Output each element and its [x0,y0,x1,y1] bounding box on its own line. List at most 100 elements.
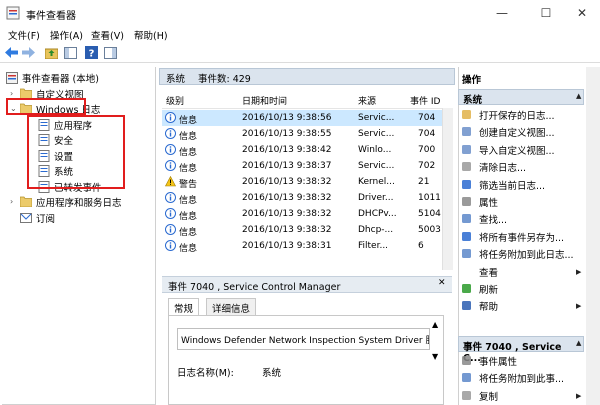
event-datetime: 2016/10/13 9:38:32 [242,193,332,203]
action-item[interactable]: 复制 [461,388,498,404]
minimize-button[interactable]: — [482,0,522,26]
event-description[interactable]: Windows Defender Network Inspection Syst… [177,328,430,350]
action-item[interactable]: 筛选当前日志... [461,177,545,193]
event-id: 704 [418,113,436,123]
help-icon[interactable]: ? [84,45,99,60]
submenu-arrow-icon[interactable]: ▶ [576,302,581,310]
action-item[interactable]: 将任务附加到此事... [461,370,564,386]
action-label: 属性 [479,198,499,209]
properties-pane-icon[interactable] [103,45,118,60]
event-detail-title: 事件 7040 , Service Control Manager [168,282,341,293]
event-datetime: 2016/10/13 9:38:42 [242,145,332,155]
menu-view[interactable]: 查看(V) [91,28,124,42]
event-row[interactable]: 信息 2016/10/13 9:38:37 Servic... 702 [162,158,452,174]
forward-arrow-icon[interactable] [21,45,36,60]
back-arrow-icon[interactable] [4,45,19,60]
event-id: 5003 [418,225,441,235]
event-row[interactable]: 信息 2016/10/13 9:38:31 Filter... 6 [162,238,452,254]
actions-title: 操作 [462,75,482,86]
column-event-id[interactable]: 事件 ID [410,94,440,107]
action-item[interactable]: 查找... [461,211,507,227]
event-id: 700 [418,145,436,155]
info-icon [165,208,176,222]
show-hide-tree-icon[interactable] [63,45,78,60]
maximize-button[interactable]: ☐ [526,0,566,26]
event-source: Servic... [358,161,395,171]
column-source[interactable]: 来源 [358,94,376,107]
clear-icon [461,161,473,173]
submenu-arrow-icon[interactable]: ▶ [576,392,581,400]
info-icon [165,224,176,238]
event-id: 702 [418,161,436,171]
scroll-down-icon[interactable]: ▼ [432,352,438,361]
action-item[interactable]: 刷新 [461,281,498,297]
event-datetime: 2016/10/13 9:38:32 [242,225,332,235]
event-source: Driver... [358,193,394,203]
tab-details[interactable]: 详细信息 [206,298,257,315]
action-item[interactable]: 打开保存的日志... [461,107,555,123]
actions-section-event[interactable]: 事件 7040 , Service C... [458,336,584,364]
action-label: 查看 [479,267,499,279]
up-folder-icon[interactable] [44,45,59,60]
event-level: 信息 [179,212,198,222]
event-list-scrollbar[interactable] [442,108,453,270]
log-name-value: 系统 [262,368,282,379]
refresh-icon [461,283,473,295]
event-row[interactable]: 信息 2016/10/13 9:38:55 Servic... 704 [162,126,452,142]
tree-app-services[interactable]: › 应用程序和服务日志 [10,194,122,209]
collapse-up-icon[interactable]: ▲ [576,339,581,347]
tree-root[interactable]: 事件查看器 (本地) [6,70,99,85]
action-item[interactable]: 查看 [461,264,498,280]
attach-task-icon [461,372,473,384]
find-icon [461,213,473,225]
event-source: Dhcp-... [358,225,394,235]
event-row[interactable]: 信息 2016/10/13 9:38:32 DHCPv... 5104 [162,206,452,222]
scroll-up-icon[interactable]: ▲ [432,320,438,329]
event-level: 信息 [179,164,198,174]
action-item[interactable]: 清除日志... [461,159,526,175]
info-icon [165,192,176,206]
action-item[interactable]: 帮助 [461,298,498,314]
chevron-right-icon[interactable]: › [10,197,20,206]
actions-section-system[interactable]: 系统 [458,89,584,106]
event-row[interactable]: 信息 2016/10/13 9:38:56 Servic... 704 [162,110,452,126]
close-button[interactable]: ✕ [562,0,600,26]
menu-action[interactable]: 操作(A) [50,28,83,42]
action-label: 将所有事件另存为... [479,232,565,244]
tab-general[interactable]: 常规 [168,298,200,315]
action-item[interactable]: 创建自定义视图... [461,124,555,140]
event-row[interactable]: 信息 2016/10/13 9:38:42 Winlo... 700 [162,142,452,158]
column-level[interactable]: 级别 [166,94,184,107]
event-row[interactable]: 警告 2016/10/13 9:38:32 Kernel... 21 [162,174,452,190]
event-datetime: 2016/10/13 9:38:32 [242,209,332,219]
action-item[interactable]: 事件属性 [461,353,517,369]
event-row[interactable]: 信息 2016/10/13 9:38:32 Dhcp-... 5003 [162,222,452,238]
chevron-right-icon[interactable]: › [10,89,20,98]
collapse-up-icon[interactable]: ▲ [576,92,581,100]
event-source: Servic... [358,113,395,123]
action-label: 创建自定义视图... [479,128,555,140]
event-datetime: 2016/10/13 9:38:37 [242,161,332,171]
action-item[interactable]: 将任务附加到此日志... [461,246,574,262]
detail-close-icon[interactable]: ✕ [438,278,446,288]
actions-scrollbar[interactable] [586,67,600,405]
event-level: 信息 [179,148,198,158]
action-label: 事件属性 [479,357,518,368]
action-label: 筛选当前日志... [479,180,546,192]
tree-subscriptions[interactable]: 订阅 [20,210,55,225]
action-item[interactable]: 导入自定义视图... [461,142,555,158]
action-item[interactable]: 属性 [461,194,498,210]
event-row[interactable]: 信息 2016/10/13 9:38:32 Driver... 1011 [162,190,452,206]
action-label: 将任务附加到此日志... [479,250,574,262]
action-label: 清除日志... [479,163,527,175]
action-item[interactable]: 将所有事件另存为... [461,229,564,245]
menu-bar [0,26,600,43]
event-id: 5104 [418,209,441,219]
menu-file[interactable]: 文件(F) [8,28,40,42]
column-datetime[interactable]: 日期和时间 [242,94,287,107]
log-header-count: 事件数: 429 [198,74,251,85]
submenu-arrow-icon[interactable]: ▶ [576,268,581,276]
action-label: 导入自定义视图... [479,145,555,157]
menu-help[interactable]: 帮助(H) [134,28,168,42]
event-viewer-icon [6,71,18,84]
